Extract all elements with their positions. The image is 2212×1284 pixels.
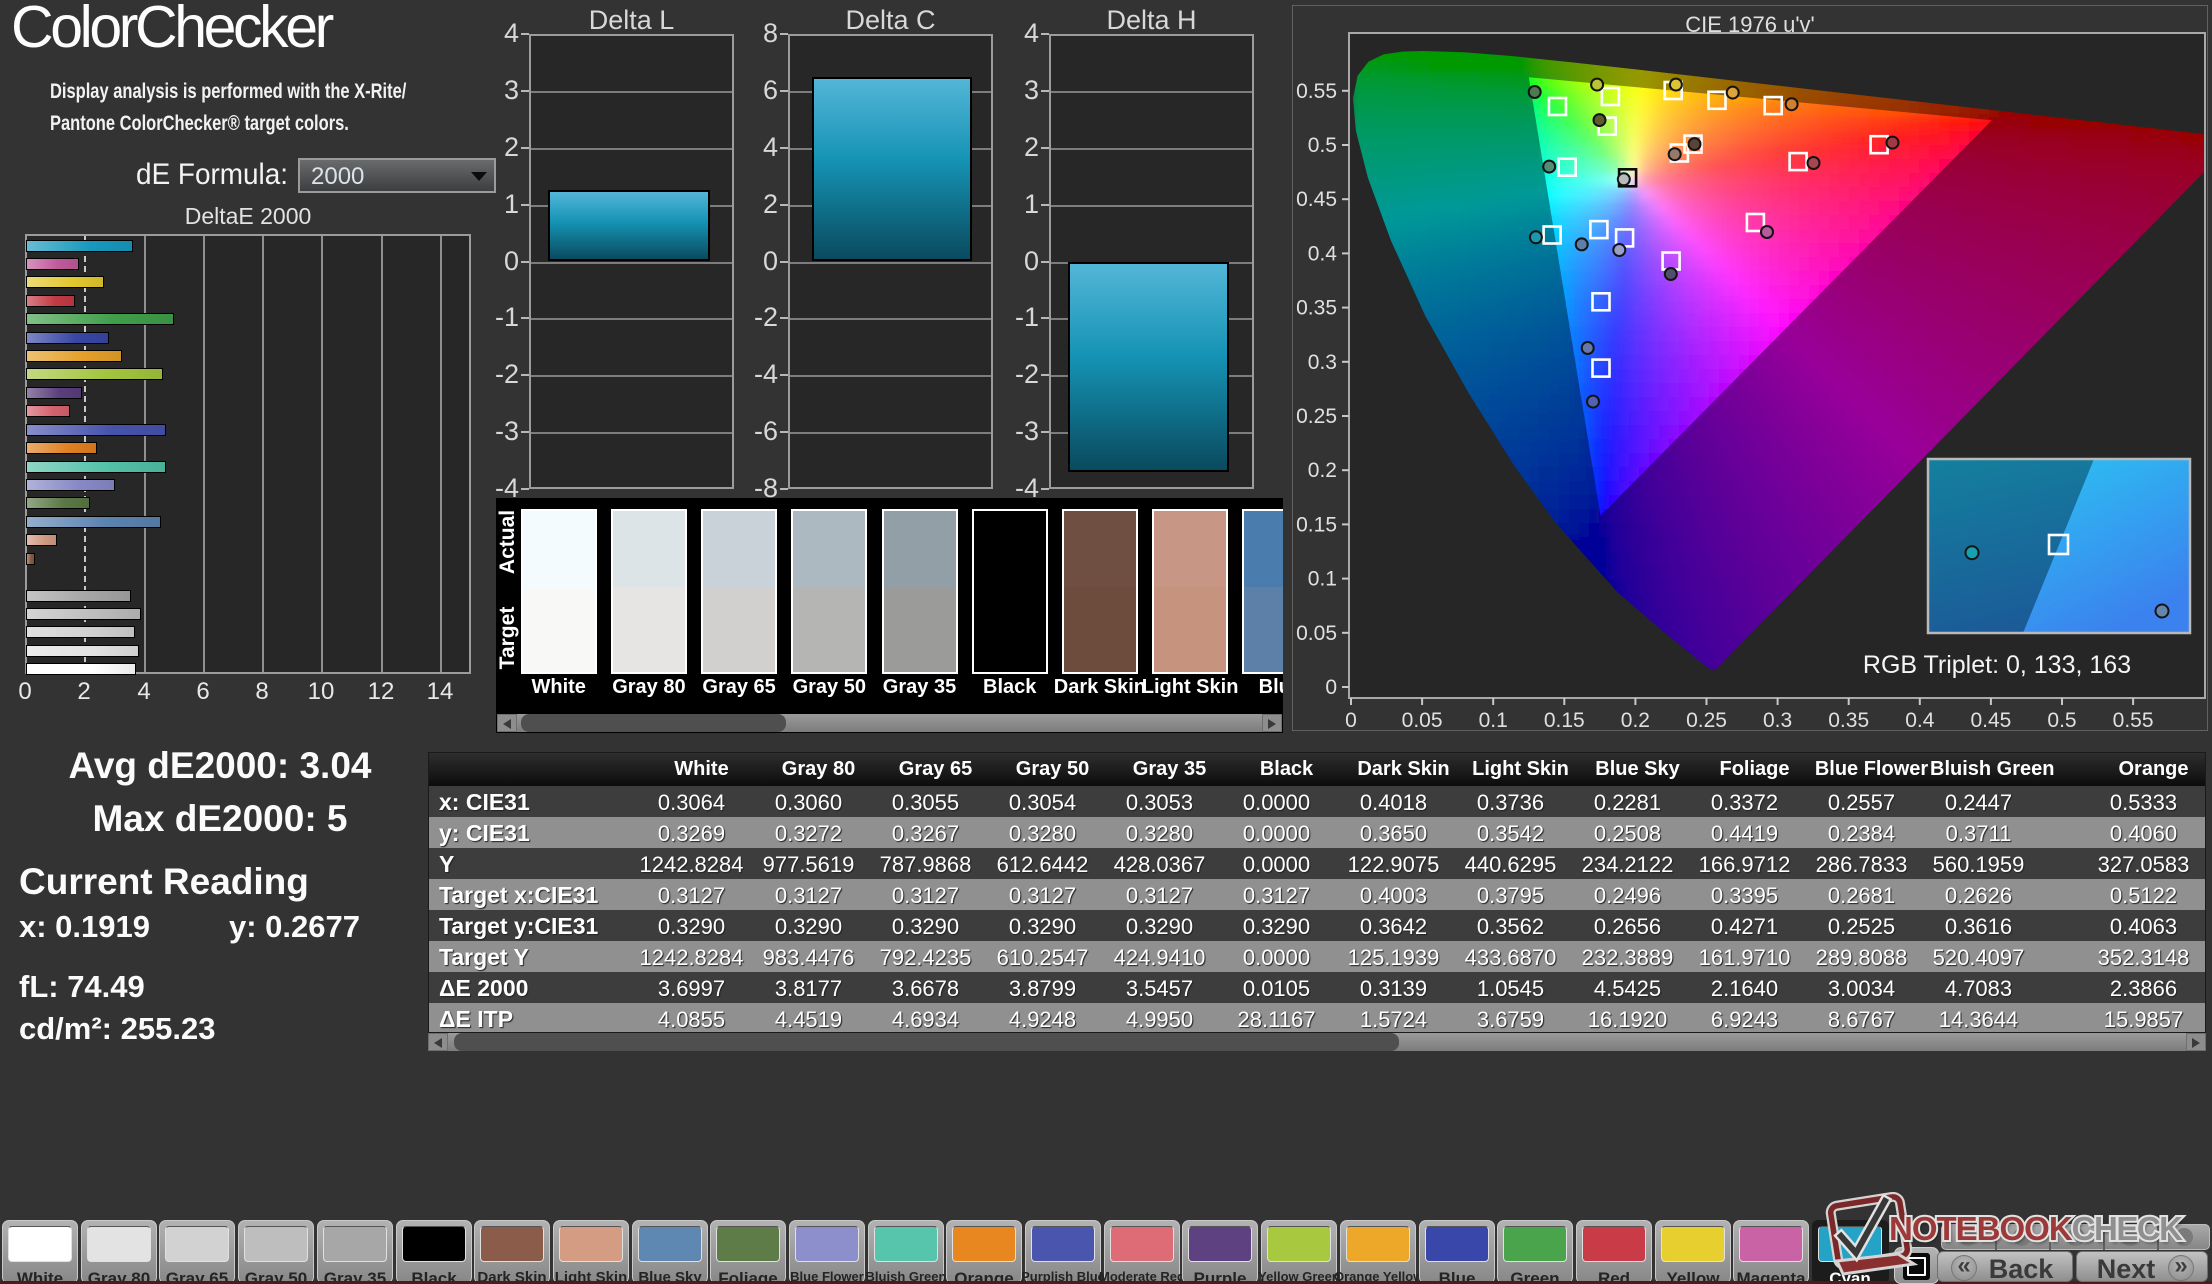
svg-text:0.55: 0.55 (1296, 80, 1337, 103)
svg-text:0.25: 0.25 (1686, 709, 1727, 731)
svg-text:0.5: 0.5 (1308, 134, 1337, 157)
svg-text:RGB Triplet: 0, 133, 163: RGB Triplet: 0, 133, 163 (1863, 651, 2131, 679)
svg-text:0.35: 0.35 (1828, 709, 1869, 731)
svg-text:0.15: 0.15 (1544, 709, 1585, 731)
svg-text:0: 0 (1345, 709, 1357, 731)
svg-text:0.35: 0.35 (1296, 297, 1337, 320)
svg-text:0.4: 0.4 (1905, 709, 1935, 731)
svg-text:0.3: 0.3 (1763, 709, 1792, 731)
svg-text:0.05: 0.05 (1296, 622, 1337, 645)
svg-text:0: 0 (1325, 676, 1337, 699)
svg-text:0.1: 0.1 (1308, 568, 1337, 591)
svg-text:0.2: 0.2 (1308, 459, 1337, 482)
svg-text:0.05: 0.05 (1402, 709, 1443, 731)
svg-text:0.2: 0.2 (1621, 709, 1650, 731)
svg-text:0.1: 0.1 (1479, 709, 1508, 731)
svg-text:0.55: 0.55 (2113, 709, 2154, 731)
svg-text:0.45: 0.45 (1296, 188, 1337, 211)
svg-text:0.5: 0.5 (2047, 709, 2076, 731)
svg-text:0.4: 0.4 (1308, 242, 1338, 265)
svg-text:0.3: 0.3 (1308, 351, 1337, 374)
svg-text:0.45: 0.45 (1970, 709, 2011, 731)
svg-text:0.15: 0.15 (1296, 513, 1337, 536)
svg-text:0.25: 0.25 (1296, 405, 1337, 428)
